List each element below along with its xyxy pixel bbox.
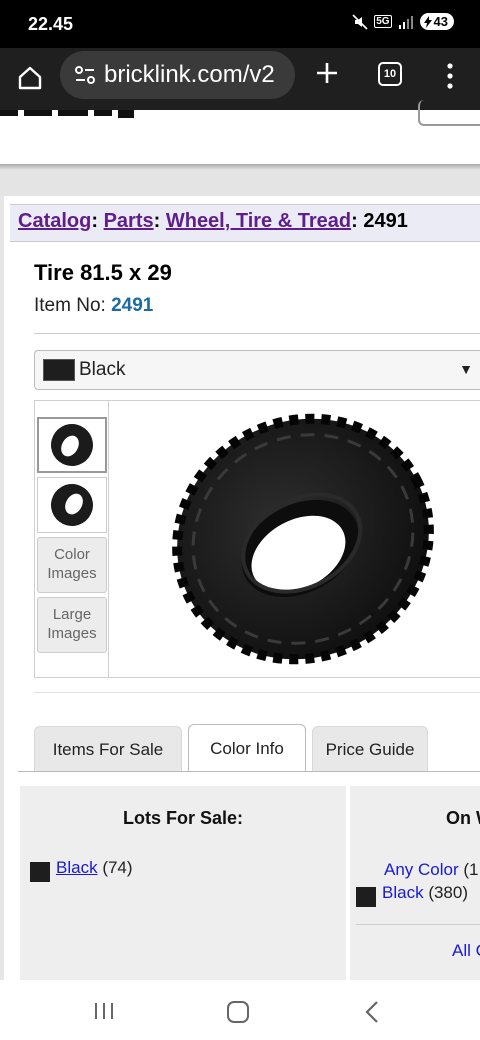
color-swatch (30, 862, 50, 882)
charging-icon (423, 15, 432, 28)
battery-indicator: 43 (419, 13, 454, 30)
wanted-any-color-link[interactable]: Any Color (384, 860, 459, 879)
item-number: Item No: 2491 (34, 295, 153, 317)
breadcrumb-category-link[interactable]: Wheel, Tire & Tread (166, 210, 351, 232)
thumbnail-2[interactable] (37, 477, 107, 533)
wanted-black-count: (380) (428, 883, 468, 902)
wanted-any-count: (1 (463, 860, 479, 879)
site-settings-icon[interactable] (74, 65, 96, 85)
wanted-divider (356, 924, 480, 925)
breadcrumb-catalog-link[interactable]: Catalog (18, 210, 91, 232)
wanted-all-link[interactable]: All C (452, 941, 480, 961)
breadcrumb-item: 2491 (363, 210, 408, 232)
item-title: Tire 81.5 x 29 (34, 260, 172, 285)
wanted-any-color-row: Any Color (1 (384, 860, 479, 880)
color-images-button[interactable]: Color Images (37, 537, 107, 593)
dropdown-arrow-icon: ▼ (459, 361, 473, 377)
status-time: 22.45 (28, 14, 74, 34)
tab-price-guide[interactable]: Price Guide (312, 726, 428, 772)
lots-color-row: Black (74) (30, 858, 133, 882)
breadcrumb-separator: : (91, 210, 99, 232)
tab-items-for-sale[interactable]: Items For Sale (34, 726, 182, 772)
color-swatch (356, 887, 376, 907)
color-swatch (43, 359, 75, 381)
breadcrumb-separator: : (351, 210, 358, 232)
gallery-divider (34, 692, 480, 693)
lots-count: (74) (102, 858, 133, 877)
url-text: bricklink.com/v2 (104, 61, 275, 88)
on-wanted-title: On W (446, 808, 480, 828)
browser-toolbar: bricklink.com/v2 10 (0, 48, 480, 110)
signal-icon (398, 15, 413, 29)
status-bar: 22.45 5G 43 (0, 0, 480, 48)
tab-switcher-button[interactable]: 10 (378, 62, 402, 86)
catalog-content: Catalog: Parts: Wheel, Tire & Tread: 249… (0, 196, 480, 980)
network-label: 5G (374, 15, 392, 28)
header-shadow (0, 164, 480, 170)
color-select[interactable]: Black ▼ (34, 350, 480, 390)
item-number-label: Item No: (34, 295, 112, 316)
header-menu-button[interactable] (418, 100, 480, 126)
tabs-baseline (18, 771, 480, 772)
breadcrumb-separator: : (153, 210, 161, 232)
thumbnail-1[interactable] (37, 417, 107, 473)
new-tab-icon[interactable] (312, 58, 342, 88)
back-icon[interactable] (364, 1000, 380, 1024)
tab-color-info[interactable]: Color Info (188, 724, 306, 772)
battery-level: 43 (433, 14, 448, 29)
system-nav-bar (0, 980, 480, 1040)
lots-for-sale-panel: Lots For Sale: Black (74) (20, 786, 346, 980)
lots-color-link[interactable]: Black (56, 858, 98, 878)
item-tabs: Items For Sale Color Info Price Guide (18, 724, 480, 772)
main-part-image[interactable] (111, 401, 480, 677)
image-gallery: Color Images Large Images (34, 400, 480, 678)
title-divider (34, 333, 480, 334)
recent-apps-icon[interactable] (92, 1001, 116, 1021)
mute-icon (352, 13, 368, 30)
tire-thumbnail-icon (51, 424, 93, 466)
thumbnail-column: Color Images Large Images (35, 401, 109, 677)
wanted-black-link[interactable]: Black (382, 883, 424, 903)
color-select-value: Black (79, 359, 126, 380)
breadcrumb: Catalog: Parts: Wheel, Tire & Tread: 249… (10, 204, 480, 242)
on-wanted-panel: On W Any Color (1 Black (380) All C (350, 786, 480, 980)
site-logo[interactable] (0, 110, 140, 120)
wanted-black-row: Black (380) (356, 883, 468, 907)
more-menu-icon[interactable] (440, 62, 460, 90)
left-border (0, 196, 4, 980)
tire-image (172, 413, 434, 665)
home-icon[interactable] (16, 64, 44, 92)
large-images-button[interactable]: Large Images (37, 597, 107, 653)
lots-for-sale-title: Lots For Sale: (122, 808, 243, 828)
breadcrumb-parts-link[interactable]: Parts (104, 210, 154, 232)
address-bar[interactable]: bricklink.com/v2 (60, 51, 295, 99)
tire-thumbnail-icon (51, 484, 93, 526)
home-button-icon[interactable] (227, 1001, 249, 1023)
status-icons: 5G 43 (352, 13, 454, 30)
item-number-value: 2491 (111, 295, 154, 316)
